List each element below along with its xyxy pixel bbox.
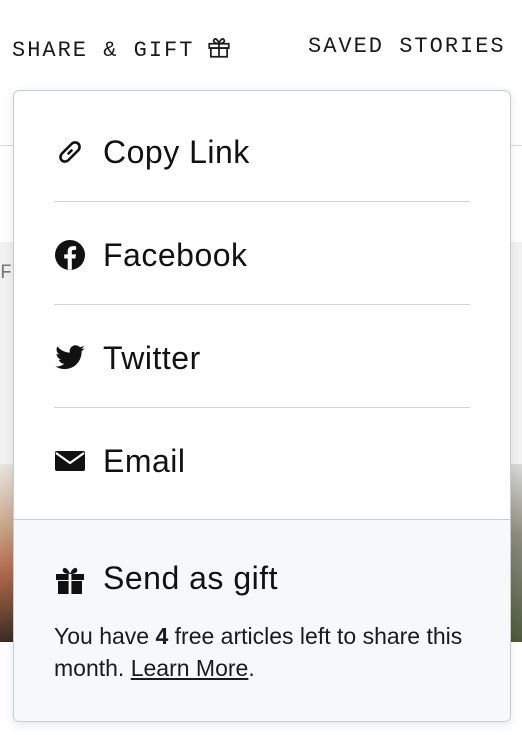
email-label: Email bbox=[103, 442, 186, 479]
page: SHARE & GIFT SAVED STORIES F Copy Link F… bbox=[0, 0, 522, 735]
gift-note-prefix: You have bbox=[54, 623, 156, 649]
facebook-button[interactable]: Facebook bbox=[54, 204, 470, 306]
background-partial-text: F bbox=[0, 262, 13, 285]
top-nav: SHARE & GIFT SAVED STORIES bbox=[0, 0, 522, 100]
gift-note-period: . bbox=[248, 655, 255, 681]
facebook-label: Facebook bbox=[103, 236, 248, 273]
free-articles-count: 4 bbox=[155, 623, 169, 649]
link-icon bbox=[54, 136, 86, 168]
copy-link-label: Copy Link bbox=[103, 133, 250, 170]
twitter-icon bbox=[54, 342, 86, 374]
menu-separator bbox=[54, 201, 470, 202]
learn-more-link[interactable]: Learn More bbox=[131, 655, 249, 681]
gift-icon bbox=[54, 563, 86, 595]
gift-note: You have 4 free articles left to share t… bbox=[54, 620, 474, 684]
share-gift-label: SHARE & GIFT bbox=[12, 38, 195, 63]
gift-icon bbox=[206, 34, 232, 67]
background-photo-right bbox=[510, 464, 522, 642]
share-gift-button[interactable]: SHARE & GIFT bbox=[12, 34, 232, 67]
saved-stories-link[interactable]: SAVED STORIES bbox=[308, 34, 506, 59]
envelope-icon bbox=[54, 445, 86, 477]
menu-separator bbox=[54, 407, 470, 408]
send-as-gift-button[interactable]: Send as gift bbox=[54, 560, 278, 597]
email-button[interactable]: Email bbox=[54, 410, 470, 512]
share-dropdown: Copy Link Facebook Twitter Email Send as… bbox=[13, 90, 511, 722]
background-photo-left bbox=[0, 464, 14, 642]
twitter-label: Twitter bbox=[103, 339, 201, 376]
copy-link-button[interactable]: Copy Link bbox=[54, 101, 470, 203]
twitter-button[interactable]: Twitter bbox=[54, 307, 470, 409]
facebook-icon bbox=[54, 239, 86, 271]
gift-section: Send as gift You have 4 free articles le… bbox=[14, 519, 510, 721]
send-as-gift-label: Send as gift bbox=[103, 560, 278, 596]
menu-separator bbox=[54, 304, 470, 305]
